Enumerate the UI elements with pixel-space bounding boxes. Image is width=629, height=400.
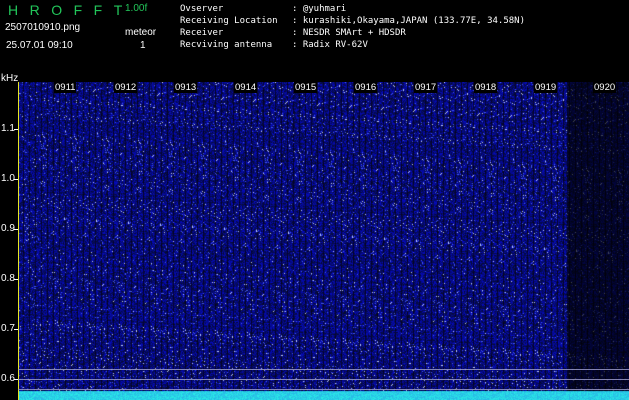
y-label: 0.9	[1, 223, 15, 234]
app-logo: HROFFT	[8, 2, 134, 18]
info-row-observer: Ovserver : @yuhmari	[180, 4, 346, 14]
header-panel: HROFFT 1.00f 2507010910.png 25.07.01 09:…	[0, 0, 629, 80]
time-label: 0920	[593, 82, 617, 93]
info-row-antenna: Recviving antenna : Radix RV-62V	[180, 40, 368, 50]
y-label: 0.6	[1, 373, 15, 384]
meteor-count: 1	[140, 40, 146, 51]
left-axis-bar	[18, 82, 19, 400]
capture-datetime: 25.07.01 09:10	[6, 40, 73, 51]
time-label: 0916	[354, 82, 378, 93]
info-value: : @yuhmari	[292, 4, 347, 14]
y-tick	[14, 179, 18, 180]
time-label: 0918	[474, 82, 498, 93]
y-tick	[14, 229, 18, 230]
info-key: Recviving antenna	[180, 40, 273, 50]
info-key: Receiver	[180, 28, 224, 38]
frequency-marker-line	[18, 369, 629, 370]
info-key: Receiving Location	[180, 16, 278, 26]
y-tick	[14, 279, 18, 280]
info-key: Ovserver	[180, 4, 224, 14]
info-value: : Radix RV-62V	[292, 40, 368, 50]
frequency-marker-line	[18, 379, 629, 380]
time-label: 0919	[534, 82, 558, 93]
y-label: 1.0	[1, 173, 15, 184]
app-version: 1.00f	[125, 3, 148, 14]
time-label: 0913	[174, 82, 198, 93]
time-label: 0912	[114, 82, 138, 93]
time-label: 0915	[294, 82, 318, 93]
frequency-marker-line	[18, 389, 629, 390]
info-value: : kurashiki,Okayama,JAPAN (133.77E, 34.5…	[292, 16, 525, 26]
waterfall-spectrogram	[18, 82, 629, 400]
meteor-label: meteor	[125, 27, 157, 38]
time-label: 0911	[54, 82, 77, 93]
axis-unit: kHz	[1, 73, 19, 84]
info-row-receiver: Receiver : NESDR SMArt + HDSDR	[180, 28, 406, 38]
info-value: : NESDR SMArt + HDSDR	[292, 28, 406, 38]
y-tick	[14, 129, 18, 130]
time-label: 0917	[414, 82, 438, 93]
y-label: 1.1	[1, 123, 15, 134]
y-tick	[14, 329, 18, 330]
info-row-location: Receiving Location : kurashiki,Okayama,JA…	[180, 16, 525, 26]
time-label: 0914	[234, 82, 258, 93]
y-label: 0.7	[1, 323, 15, 334]
y-label: 0.8	[1, 273, 15, 284]
file-name: 2507010910.png	[5, 22, 81, 33]
